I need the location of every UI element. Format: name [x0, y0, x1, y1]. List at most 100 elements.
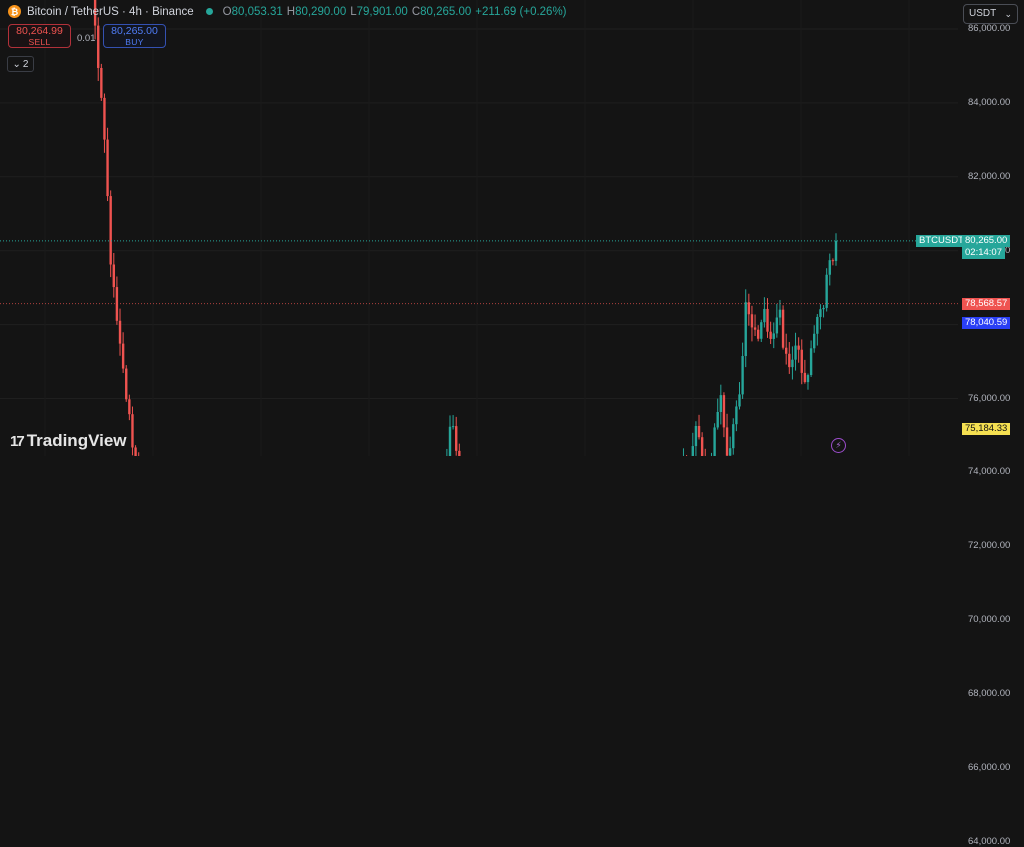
- candle-body: [448, 426, 452, 456]
- candle-body: [128, 399, 131, 415]
- ohlc-open: 80,053.31: [231, 5, 283, 18]
- tradingview-mark-icon: 17: [10, 432, 25, 450]
- candle-body: [756, 329, 760, 339]
- chevron-down-icon: ⌄: [1004, 9, 1012, 19]
- lightning-icon[interactable]: ⚡: [831, 438, 846, 453]
- price-axis-tick: 76,000.00: [968, 392, 1011, 404]
- currency-select[interactable]: USDT ⌄: [963, 4, 1018, 24]
- ohlc-high: 80,290.00: [295, 5, 347, 18]
- candle-body: [809, 348, 813, 376]
- candle-body: [131, 414, 134, 448]
- candle-body: [819, 309, 822, 317]
- candle-body: [735, 406, 738, 425]
- last-price-tag: 80,265.00: [962, 234, 1011, 247]
- highlighted-level-tag: 75,184.33: [962, 422, 1011, 435]
- tradingview-wordmark: TradingView: [26, 431, 127, 450]
- candle-body: [828, 260, 831, 275]
- sell-price: 80,264.99: [16, 25, 63, 37]
- candle-body: [700, 437, 704, 456]
- bar-countdown-tag: 02:14:07: [962, 246, 1005, 259]
- candle-body: [725, 427, 729, 456]
- candle-body: [794, 345, 797, 360]
- price-axis-tick: 82,000.00: [968, 170, 1011, 182]
- currency-value: USDT: [969, 8, 997, 19]
- candle-body: [816, 316, 819, 334]
- indicator-count: 2: [22, 58, 29, 70]
- candle-body: [451, 426, 455, 428]
- candle-body: [803, 372, 807, 383]
- candle-body: [697, 425, 701, 438]
- price-axis-tick: 84,000.00: [968, 96, 1011, 108]
- sell-level-tag: 78,568.57: [962, 297, 1011, 310]
- candle-body: [753, 327, 757, 330]
- buy-level-tag: 78,040.59: [962, 317, 1011, 330]
- candle-body: [766, 308, 769, 332]
- candle-body: [458, 450, 461, 456]
- price-axis-tick: 66,000.00: [968, 762, 1011, 773]
- candle-body: [750, 314, 754, 328]
- price-axis-tick: 74,000.00: [968, 466, 1011, 478]
- candle-body: [825, 274, 828, 308]
- candle-body: [791, 359, 794, 368]
- candle-body: [772, 333, 775, 339]
- candle-body: [728, 448, 732, 456]
- collapse-indicators-button[interactable]: ⌄ 2: [7, 56, 34, 72]
- candle-body: [716, 411, 719, 428]
- candle-body: [769, 331, 772, 339]
- symbol-price-tag: BTCUSDT: [916, 234, 967, 247]
- price-axis-tick: 68,000.00: [968, 688, 1011, 700]
- buy-price: 80,265.00: [111, 25, 158, 37]
- candle-body: [100, 67, 103, 98]
- symbol-header: ₿ Bitcoin / TetherUS · 4h · Binance O80,…: [8, 5, 567, 18]
- candle-body: [822, 307, 825, 310]
- price-axis-tick: 72,000.00: [968, 540, 1011, 552]
- candle-body: [103, 97, 106, 140]
- candle-body: [97, 25, 100, 68]
- candle-body: [760, 322, 763, 339]
- candle-body: [788, 353, 791, 368]
- ohlc-close: 80,265.00: [420, 5, 472, 18]
- candle-body: [738, 394, 741, 407]
- candle-body: [806, 375, 810, 383]
- ohlc-values: O80,053.31 H80,290.00 L79,901.00 C80,265…: [223, 6, 567, 18]
- candle-body: [732, 424, 735, 449]
- candle-body: [744, 302, 747, 357]
- ohlc-label: O: [222, 5, 232, 18]
- ohlc-label: C: [411, 5, 421, 18]
- candle-body: [719, 395, 723, 412]
- candle-body: [722, 395, 726, 428]
- price-axis-tick: 86,000.00: [968, 23, 1011, 34]
- candle-body: [713, 427, 716, 456]
- candle-body: [800, 349, 803, 373]
- chevron-down-icon: ⌄: [12, 58, 21, 70]
- tradingview-logo[interactable]: 17 TradingView: [10, 431, 127, 451]
- candle-body: [691, 446, 695, 456]
- candle-body: [106, 139, 109, 197]
- candle-body: [741, 356, 744, 395]
- candle-body: [813, 333, 816, 349]
- candle-body: [121, 343, 125, 369]
- candle-body: [109, 196, 112, 265]
- ohlc-label: H: [286, 5, 296, 18]
- candle-body: [784, 347, 788, 354]
- candle-body: [775, 317, 779, 334]
- ohlc-low: 79,901.00: [356, 5, 408, 18]
- candle-body: [834, 240, 838, 261]
- price-chart[interactable]: [0, 0, 1024, 456]
- candle-body: [125, 368, 128, 400]
- price-axis-tick: 64,000.00: [968, 835, 1011, 847]
- candle-body: [763, 308, 766, 323]
- market-open-dot: [205, 8, 213, 15]
- price-axis-tick: 70,000.00: [968, 614, 1011, 626]
- symbol-title[interactable]: Bitcoin / TetherUS · 4h · Binance: [27, 6, 194, 18]
- candle-body: [134, 447, 137, 456]
- price-change: +211.69 (+0.26%): [475, 5, 567, 18]
- candle-body: [781, 309, 785, 348]
- candle-body: [778, 309, 782, 318]
- candle-body: [831, 260, 835, 262]
- buy-button[interactable]: 80,265.00 BUY: [103, 24, 166, 48]
- sell-button[interactable]: 80,264.99 SELL: [8, 24, 71, 48]
- bitcoin-icon: ₿: [8, 5, 21, 18]
- sell-label: SELL: [28, 37, 51, 47]
- candle-body: [797, 345, 800, 350]
